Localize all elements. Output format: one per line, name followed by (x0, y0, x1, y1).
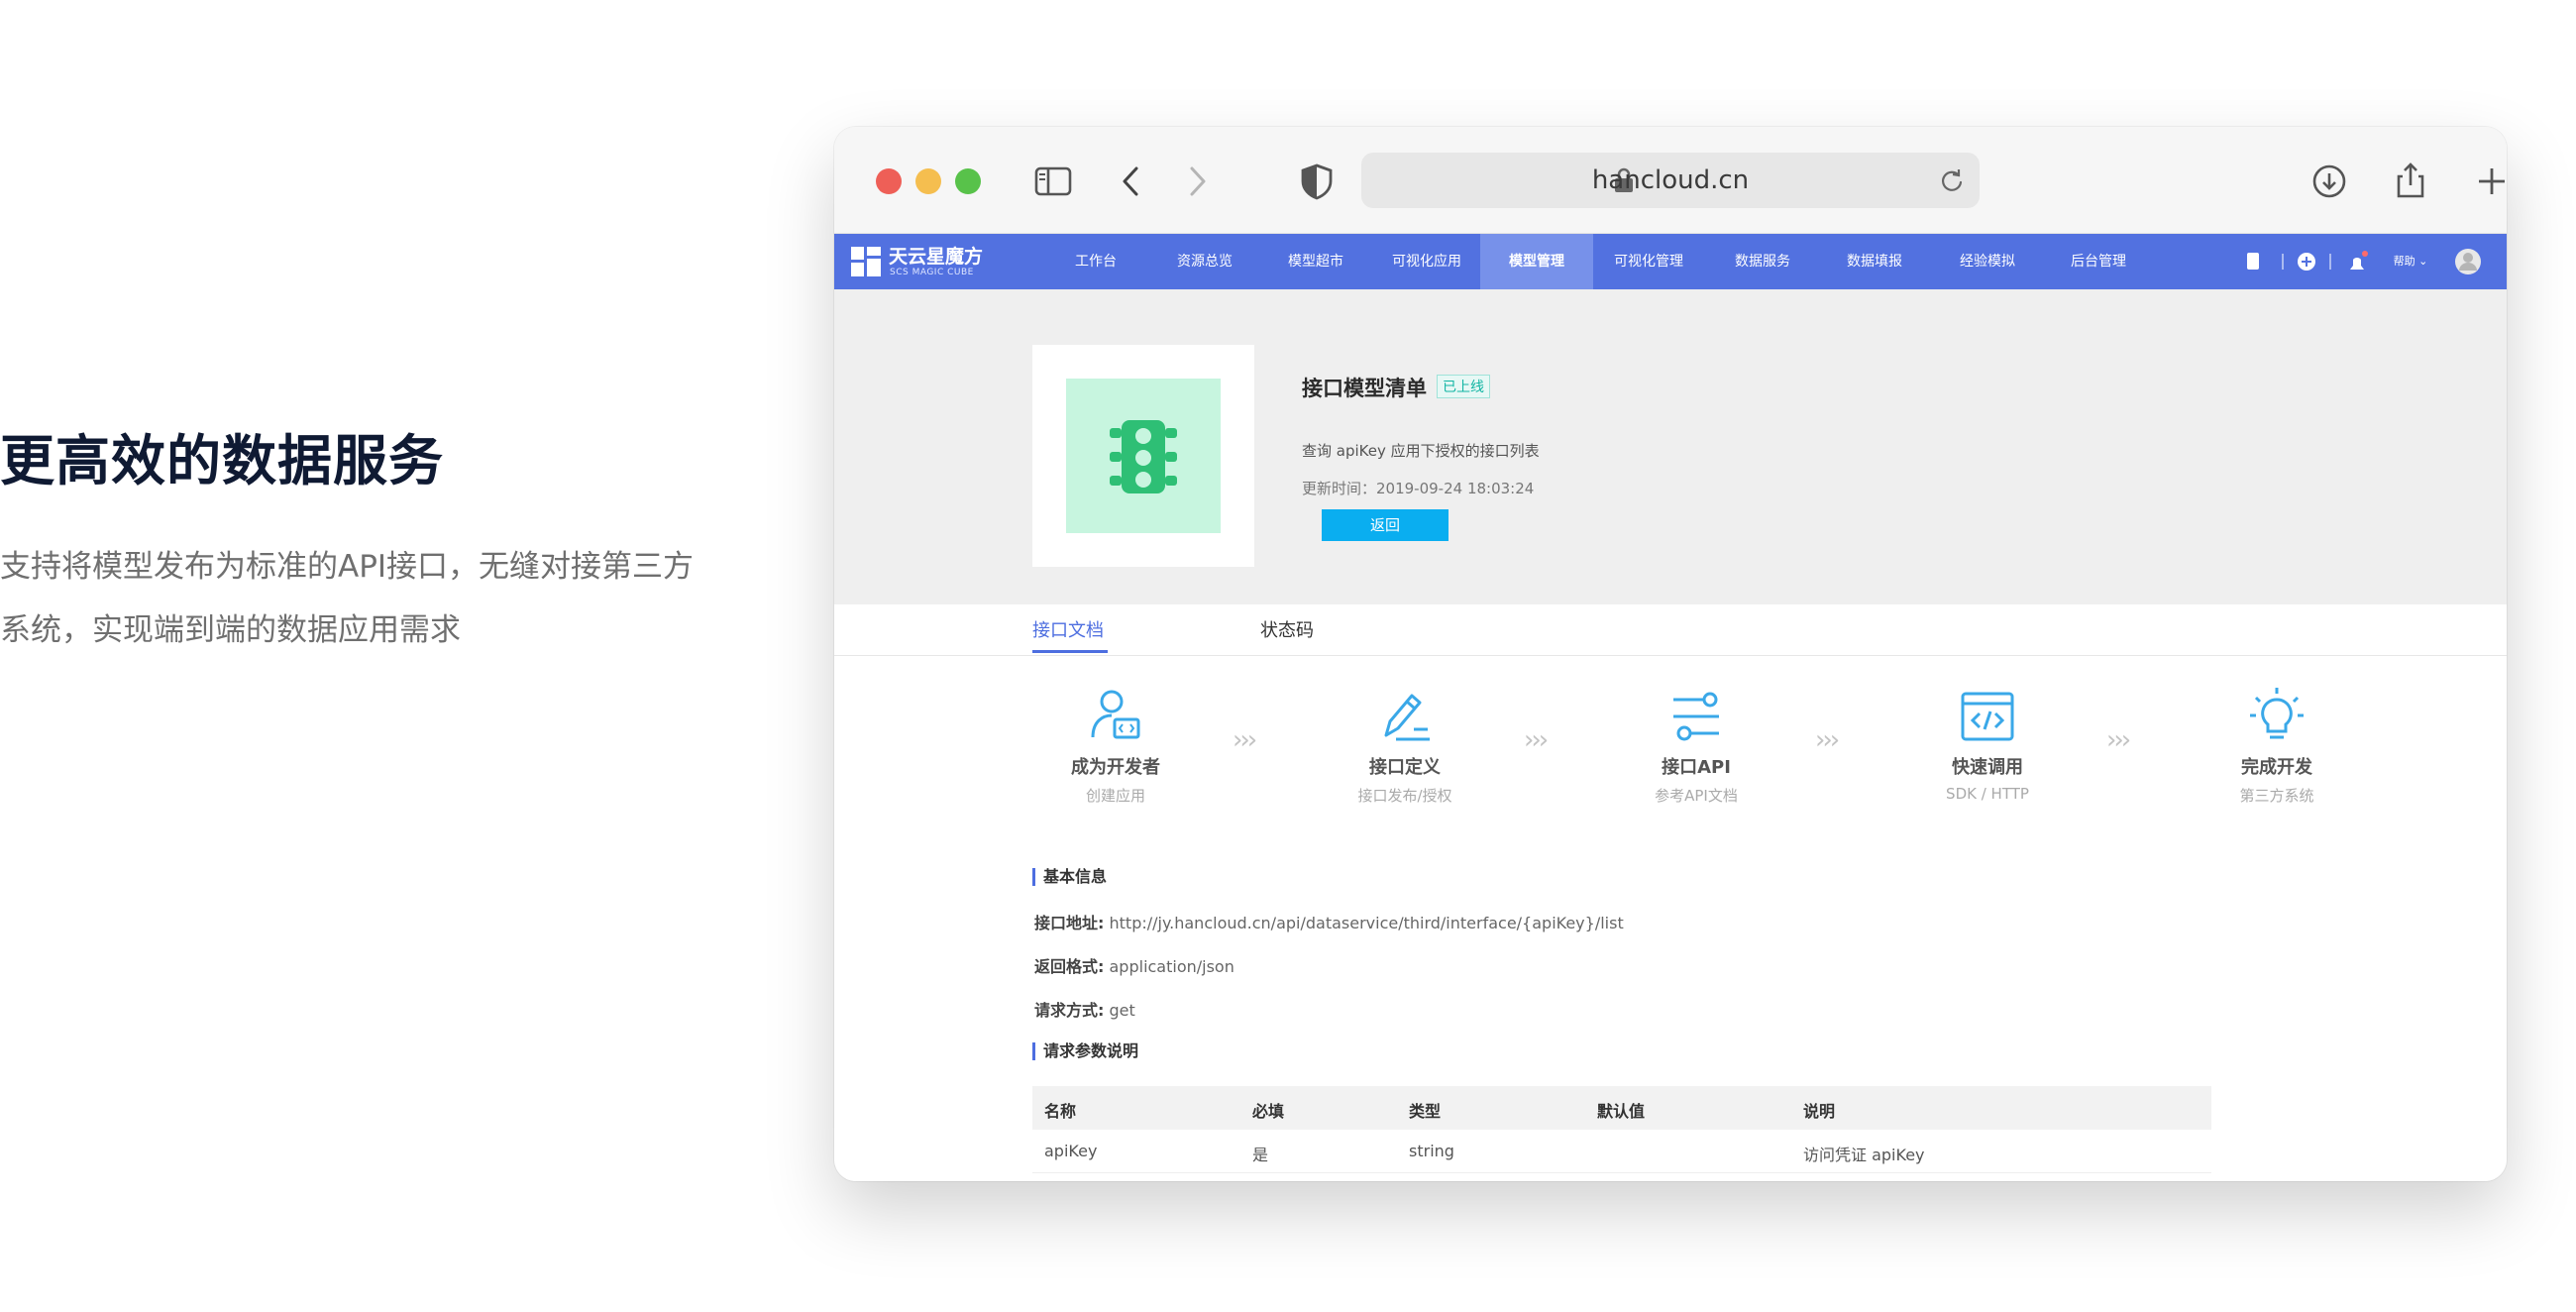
forward-icon[interactable] (1171, 157, 1221, 206)
page-content: 接口模型清单 已上线 查询 apiKey 应用下授权的接口列表 更新时间：201… (834, 289, 2507, 1181)
step-complete: 完成开发 第三方系统 (2178, 686, 2376, 806)
step-subtitle: 接口发布/授权 (1357, 787, 1452, 805)
basic-info-heading: 基本信息 (1032, 868, 1107, 886)
step-api-definition: 接口定义 接口发布/授权 (1306, 686, 1504, 806)
column-header: 必填 (1252, 1102, 1285, 1121)
params-table: 名称 必填 类型 默认值 说明 apiKey 是 string 访问凭证 api… (1032, 1086, 2211, 1173)
nav-item-data-entry[interactable]: 数据填报 (1827, 234, 1922, 289)
step-title: 快速调用 (1952, 757, 2023, 778)
maximize-window-button[interactable] (955, 168, 981, 194)
table-cell: apiKey (1044, 1142, 1098, 1160)
tab-api-docs[interactable]: 接口文档 (1032, 616, 1104, 642)
doc-tabs: 接口文档 状态码 (834, 604, 2507, 656)
pen-icon (1384, 694, 1430, 741)
nav-item-workbench[interactable]: 工作台 (1052, 234, 1139, 289)
sidebar-toggle-icon[interactable] (1028, 157, 1078, 206)
nav-item-model-management[interactable]: 模型管理 (1480, 234, 1593, 289)
nav-item-experience-sim[interactable]: 经验模拟 (1940, 234, 2035, 289)
table-header: 名称 必填 类型 默认值 说明 (1032, 1086, 2211, 1130)
hero-title: 更高效的数据服务 (0, 429, 445, 492)
download-icon[interactable] (2305, 157, 2354, 206)
shield-icon[interactable] (1292, 157, 1342, 206)
step-subtitle: SDK / HTTP (1946, 785, 2029, 803)
status-badge: 已上线 (1437, 375, 1490, 398)
hero-description: 支持将模型发布为标准的API接口，无缝对接第三方系统，实现端到端的数据应用需求 (0, 549, 695, 648)
onboarding-steps: 成为开发者 创建应用 ››› 接口定义 接口发布/授权 ››› 接口API 参考… (834, 686, 2507, 834)
step-subtitle: 第三方系统 (2239, 787, 2314, 805)
step-arrow-icon: ››› (1233, 725, 1257, 755)
code-window-icon (1961, 692, 2014, 741)
avatar[interactable] (2451, 234, 2485, 289)
model-title: 接口模型清单 (1302, 377, 1427, 400)
model-description: 查询 apiKey 应用下授权的接口列表 (1302, 442, 1540, 460)
nav-item-visual-apps[interactable]: 可视化应用 (1375, 234, 1478, 289)
step-arrow-icon: ››› (1815, 725, 1840, 755)
active-tab-indicator (1032, 650, 1108, 653)
step-title: 成为开发者 (1071, 757, 1160, 778)
step-api: 接口API 参考API文档 (1597, 686, 1795, 806)
reload-icon[interactable] (1938, 166, 1966, 194)
address-bar[interactable]: hancloud.cn (1361, 153, 1980, 208)
back-icon[interactable] (1108, 157, 1157, 206)
nav-item-data-services[interactable]: 数据服务 (1716, 234, 1809, 289)
api-url-value[interactable]: http://jy.hancloud.cn/api/dataservice/th… (1110, 914, 1624, 932)
browser-toolbar: hancloud.cn (834, 127, 2507, 234)
step-subtitle: 参考API文档 (1655, 787, 1738, 805)
step-title: 接口定义 (1369, 757, 1441, 778)
request-params-heading: 请求参数说明 (1032, 1042, 1138, 1060)
sliders-icon (1673, 692, 1719, 741)
logo-icon (851, 247, 881, 276)
document-icon (2247, 253, 2259, 270)
column-header: 默认值 (1597, 1102, 1646, 1121)
traffic-light-icon (1110, 420, 1177, 493)
response-format-row: 返回格式: application/json (1034, 957, 1234, 976)
developer-icon (1091, 690, 1140, 739)
back-button[interactable]: 返回 (1322, 509, 1449, 541)
minimize-window-button[interactable] (915, 168, 941, 194)
nav-item-visual-management[interactable]: 可视化管理 (1597, 234, 1700, 289)
new-tab-icon[interactable] (2467, 157, 2507, 206)
step-quick-call: 快速调用 SDK / HTTP (1888, 686, 2087, 803)
column-header: 类型 (1409, 1102, 1442, 1121)
step-subtitle: 创建应用 (1085, 787, 1145, 805)
url-text: hancloud.cn (1591, 165, 1750, 195)
browser-window: hancloud.cn 天云星魔方 SCS MAGIC CUBE 工作台 资源总… (834, 127, 2507, 1181)
table-cell: 是 (1252, 1146, 1269, 1164)
tab-status-codes[interactable]: 状态码 (1260, 616, 1314, 642)
column-header: 名称 (1044, 1102, 1077, 1121)
model-updated-time: 更新时间：2019-09-24 18:03:24 (1302, 480, 1535, 497)
help-menu[interactable]: 帮助 ⌄ (2388, 234, 2433, 289)
nav-item-resources[interactable]: 资源总览 (1157, 234, 1252, 289)
nav-item-admin[interactable]: 后台管理 (2051, 234, 2146, 289)
step-arrow-icon: ››› (2106, 725, 2131, 755)
share-icon[interactable] (2386, 157, 2435, 206)
step-arrow-icon: ››› (1524, 725, 1549, 755)
nav-item-model-market[interactable]: 模型超市 (1268, 234, 1363, 289)
table-cell: 访问凭证 apiKey (1803, 1146, 1925, 1164)
model-header: 接口模型清单 已上线 查询 apiKey 应用下授权的接口列表 更新时间：201… (834, 289, 2507, 604)
column-header: 说明 (1803, 1102, 1836, 1121)
request-method-row: 请求方式: get (1034, 1001, 1135, 1020)
logo-name: 天云星魔方 (889, 246, 984, 268)
table-row: apiKey 是 string 访问凭证 apiKey (1032, 1130, 2211, 1173)
step-title: 完成开发 (2241, 757, 2312, 778)
model-thumbnail (1032, 345, 1254, 567)
bell-icon (2350, 258, 2364, 270)
logo-subtitle: SCS MAGIC CUBE (890, 268, 974, 277)
lightbulb-icon (2250, 688, 2304, 739)
app-navbar: 天云星魔方 SCS MAGIC CUBE 工作台 资源总览 模型超市 可视化应用… (834, 234, 2507, 289)
close-window-button[interactable] (876, 168, 902, 194)
table-cell: string (1409, 1142, 1454, 1160)
step-become-developer: 成为开发者 创建应用 (1017, 686, 1215, 806)
api-url-row: 接口地址: http://jy.hancloud.cn/api/dataserv… (1034, 914, 1624, 932)
step-title: 接口API (1662, 757, 1731, 778)
